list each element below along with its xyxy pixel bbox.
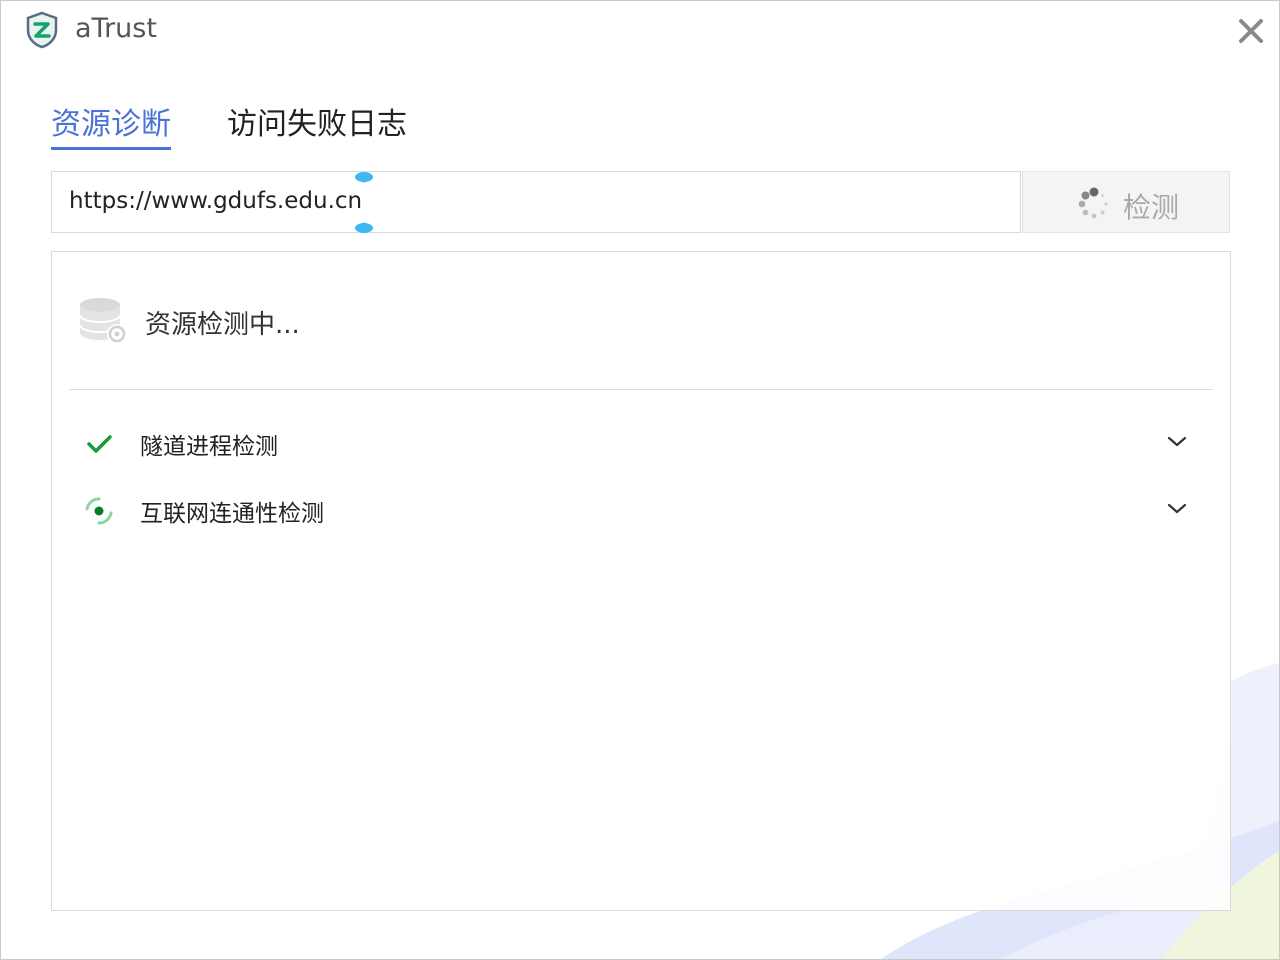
url-input[interactable]: https://www.gdufs.edu.cn xyxy=(51,171,1021,233)
panel-divider xyxy=(69,389,1213,390)
atrust-logo-icon xyxy=(26,11,58,49)
check-button-label: 检测 xyxy=(1123,191,1180,224)
detection-status-text: 资源检测中... xyxy=(145,310,300,340)
diagnosis-panel: 资源检测中... 隧道进程检测 互联网连通性检测 xyxy=(51,251,1231,911)
checkmark-icon xyxy=(87,435,112,453)
database-icon xyxy=(79,298,127,344)
atrust-window: aTrust 资源诊断 访问失败日志 https://www.gdufs.edu… xyxy=(0,0,1280,960)
url-input-value[interactable]: https://www.gdufs.edu.cn xyxy=(69,188,362,214)
check-row-tunnel-process[interactable]: 隧道进程检测 xyxy=(52,417,1230,467)
check-row-internet-connectivity[interactable]: 互联网连通性检测 xyxy=(52,484,1230,534)
tab-resource-diagnosis[interactable]: 资源诊断 xyxy=(51,99,171,150)
selection-handle-top-icon[interactable] xyxy=(355,172,373,184)
app-title: aTrust xyxy=(75,13,157,44)
progress-ring-icon xyxy=(85,497,113,525)
check-row-label: 隧道进程检测 xyxy=(140,434,278,460)
tab-access-failure-log[interactable]: 访问失败日志 xyxy=(227,99,407,143)
check-button[interactable]: 检测 xyxy=(1022,171,1230,233)
selection-handle-bottom-icon[interactable] xyxy=(355,221,373,233)
chevron-down-icon[interactable] xyxy=(1165,497,1189,521)
check-row-label: 互联网连通性检测 xyxy=(140,501,324,527)
close-icon[interactable] xyxy=(1235,15,1267,47)
loading-spinner-icon xyxy=(1078,187,1108,219)
chevron-down-icon[interactable] xyxy=(1165,430,1189,454)
